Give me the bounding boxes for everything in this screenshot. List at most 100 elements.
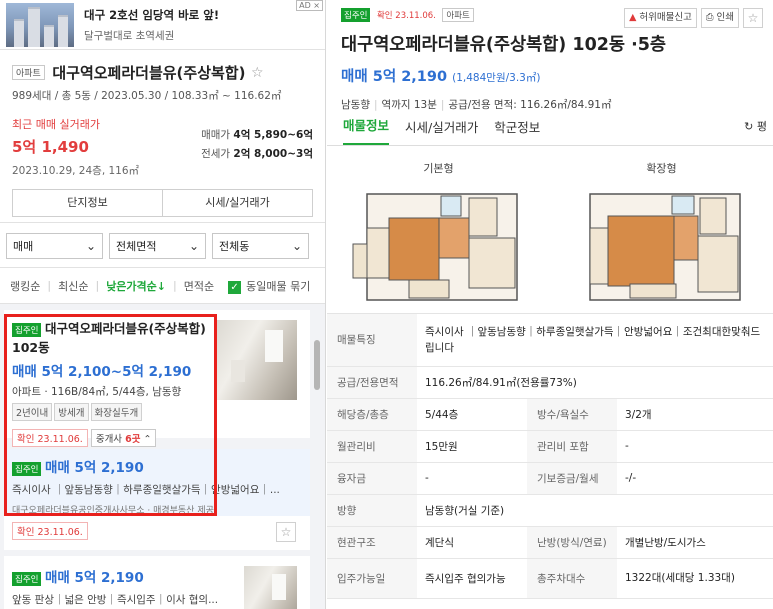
area-value: 전체면적 <box>116 240 157 253</box>
spec-key: 총주차대수 <box>527 558 617 599</box>
table-row: 공급/전용면적 116.26㎡/84.91㎡(전용률73%) <box>327 366 773 399</box>
checkbox-icon: ✓ <box>228 280 242 294</box>
spec-value: 남동향(거실 기준) <box>417 494 773 527</box>
floor-plan-basic[interactable]: 기본형 <box>349 160 529 313</box>
listing-panel: 대구 2호선 임당역 바로 앞! 달구벌대로 초역세권 AD × 아파트 대구역… <box>0 0 326 609</box>
siren-icon: ▲ <box>629 12 637 23</box>
spec-value: - <box>417 462 527 495</box>
sort-area[interactable]: 면적순 <box>184 278 214 294</box>
building-select[interactable]: 전체동 ⌄ <box>212 233 309 259</box>
ad-banner[interactable]: 대구 2호선 임당역 바로 앞! 달구벌대로 초역세권 AD × <box>0 0 325 50</box>
chevron-down-icon: ⌄ <box>188 239 199 253</box>
area-select[interactable]: 전체면적 ⌄ <box>109 233 206 259</box>
tab-listing-info[interactable]: 매물정보 <box>343 115 390 145</box>
report-label: 허위매물신고 <box>639 12 692 23</box>
property-type-tag: 아파트 <box>442 8 474 22</box>
spec-key: 해당층/총층 <box>327 398 417 431</box>
chevron-down-icon: ⌄ <box>291 239 302 253</box>
property-type-tag: 아파트 <box>12 65 45 80</box>
floor-plan-extended[interactable]: 확장형 <box>572 160 752 313</box>
plan-label: 기본형 <box>423 162 454 175</box>
deal-type-select[interactable]: 매매 ⌄ <box>6 233 103 259</box>
report-button[interactable]: ▲ 허위매물신고 <box>624 8 697 28</box>
spec-value: 계단식 <box>417 526 527 559</box>
table-row: 융자금 - 기보증금/월세 -/- <box>327 462 773 495</box>
plan-label: 확장형 <box>646 162 677 175</box>
highlight-box <box>4 314 217 516</box>
detail-panel: 집주인 확인 23.11.06. 아파트 ▲ 허위매물신고 ⎙ 인쇄 ☆ 대구역… <box>327 0 773 609</box>
tab-school-info[interactable]: 학군정보 <box>494 117 540 145</box>
spec-key: 융자금 <box>327 462 417 495</box>
spec-value: 3/2개 <box>617 398 773 431</box>
spec-key: 난방(방식/연료) <box>527 526 617 559</box>
star-icon[interactable]: ☆ <box>276 522 296 542</box>
list-item[interactable]: 집주인 매매 5억 2,190 앞동 판상｜넓은 안방｜즉시입주｜이사 협의..… <box>4 556 310 609</box>
spec-value: 개별난방/도시가스 <box>617 526 773 559</box>
table-row: 해당층/총층 5/44층 방수/욕실수 3/2개 <box>327 398 773 431</box>
confirm-date-badge: 확인 23.11.06. <box>12 522 88 540</box>
spec-value: 5/44층 <box>417 398 527 431</box>
complex-info-button[interactable]: 단지정보 <box>13 190 162 216</box>
confirm-date-badge: 확인 23.11.06. <box>373 9 439 21</box>
floor-plan-image <box>352 193 518 301</box>
owner-tag: 집주인 <box>12 572 42 586</box>
unit-toggle-button[interactable]: ↻ 평 <box>744 118 767 134</box>
deal-type-value: 매매 <box>13 240 34 253</box>
bundle-label: 동일매물 묶기 <box>246 279 311 293</box>
detail-tabs: 매물정보 시세/실거래가 학군정보 ↻ 평 <box>327 108 773 146</box>
listing-photo[interactable] <box>244 566 297 609</box>
price-per-pyeong: (1,484만원/3.3㎡) <box>452 72 541 84</box>
complex-name[interactable]: 대구역오페라더블유(주상복합) <box>52 64 245 82</box>
table-row: 월관리비 15만원 관리비 포함 - <box>327 430 773 463</box>
detail-price-value: 매매 5억 2,190 <box>341 69 448 85</box>
jeonse-price-value: 2억 8,000~3억 <box>233 148 313 160</box>
building-value: 전체동 <box>219 240 250 253</box>
table-row: 매물특징 즉시이사 ｜앞동남동향｜하루종일햇살가득｜안방넓어요｜조건최대한맞춰드… <box>327 314 773 367</box>
refresh-icon: ↻ <box>744 120 754 133</box>
ad-close-button[interactable]: AD × <box>296 0 323 11</box>
star-icon[interactable]: ☆ <box>251 65 264 81</box>
unit-label: 평 <box>756 120 767 133</box>
table-row: 현관구조 계단식 난방(방식/연료) 개별난방/도시가스 <box>327 526 773 559</box>
list-item-footer: 확인 23.11.06. ☆ <box>4 516 310 550</box>
detail-title: 대구역오페라더블유(주상복합) 102동 ·5층 <box>341 35 667 55</box>
chevron-down-icon: ⌄ <box>85 239 96 253</box>
listing-photo[interactable] <box>217 320 297 400</box>
print-label: 인쇄 <box>716 12 734 23</box>
sort-low-price[interactable]: 낮은가격순↓ <box>106 278 166 294</box>
print-button[interactable]: ⎙ 인쇄 <box>700 8 739 28</box>
price-history-button[interactable]: 시세/실거래가 <box>162 190 312 216</box>
printer-icon: ⎙ <box>705 12 714 23</box>
tab-price-history[interactable]: 시세/실거래가 <box>405 117 478 145</box>
ad-subtitle: 달구벌대로 초역세권 <box>84 29 175 42</box>
spec-value: 즉시이사 ｜앞동남동향｜하루종일햇살가득｜안방넓어요｜조건최대한맞춰드립니다 <box>417 314 773 367</box>
filter-bar: 매매 ⌄ 전체면적 ⌄ 전체동 ⌄ <box>0 223 325 268</box>
recent-trade-price: 5억 1,490 <box>12 138 89 156</box>
spec-value: 1322대(세대당 1.33대) <box>617 558 773 599</box>
detail-header: 집주인 확인 23.11.06. 아파트 ▲ 허위매물신고 ⎙ 인쇄 ☆ 대구역… <box>327 0 773 111</box>
floor-plans: 기본형 확장형 <box>327 146 773 314</box>
scrollbar[interactable] <box>314 340 320 390</box>
spec-value: 즉시입주 협의가능 <box>417 558 527 599</box>
recent-trade-label: 최근 매매 실거래가 <box>12 118 100 131</box>
detail-price: 매매 5억 2,190 (1,484만원/3.3㎡) <box>341 65 759 86</box>
jeonse-price-label: 전세가 <box>201 148 231 160</box>
star-icon[interactable]: ☆ <box>743 8 763 28</box>
sort-latest[interactable]: 최신순 <box>58 278 88 294</box>
sale-price-value: 4억 5,890~6억 <box>233 129 313 141</box>
listing-price: 매매 5억 2,190 <box>44 570 144 586</box>
bundle-toggle[interactable]: ✓ 동일매물 묶기 <box>228 278 310 294</box>
spec-value: 15만원 <box>417 430 527 463</box>
sort-ranking[interactable]: 랭킹순 <box>10 278 40 294</box>
owner-tag: 집주인 <box>341 8 371 22</box>
spec-key: 월관리비 <box>327 430 417 463</box>
spec-key: 현관구조 <box>327 526 417 559</box>
complex-info: 989세대 / 총 5동 / 2023.05.30 / 108.33㎡ ~ 11… <box>12 90 282 102</box>
spec-key: 방수/욕실수 <box>527 398 617 431</box>
spec-key: 방향 <box>327 494 417 527</box>
spec-table: 매물특징 즉시이사 ｜앞동남동향｜하루종일햇살가득｜안방넓어요｜조건최대한맞춰드… <box>327 314 773 599</box>
listing-desc: 앞동 판상｜넓은 안방｜즉시입주｜이사 협의... <box>12 594 219 606</box>
sort-bar: 랭킹순 | 최신순 | 낮은가격순↓ | 면적순 ✓ 동일매물 묶기 <box>0 268 325 304</box>
spec-key: 관리비 포함 <box>527 430 617 463</box>
floor-plan-image <box>588 193 741 301</box>
